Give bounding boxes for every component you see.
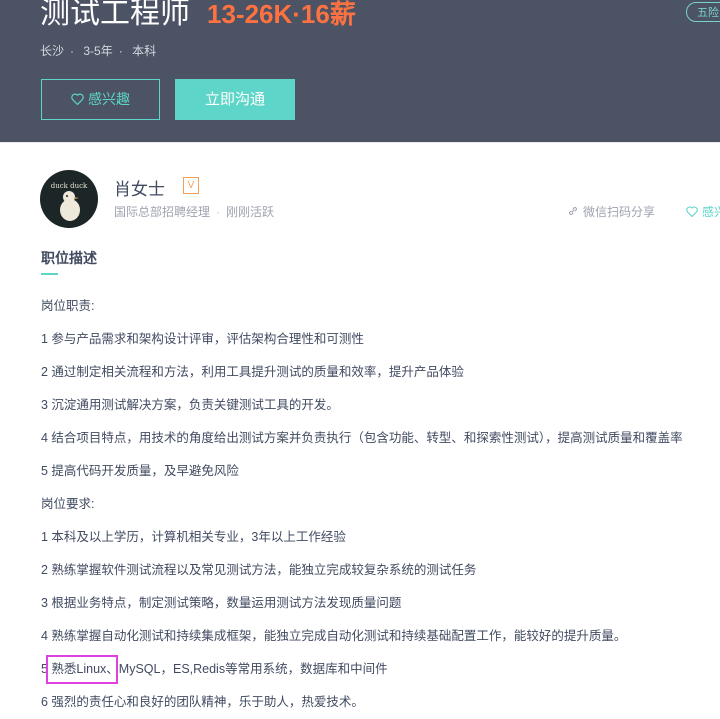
job-experience: 3-5年 [83,44,113,58]
description-line: 2 通过制定相关流程和方法，利用工具提升测试的质量和效率，提升产品体验 [41,365,464,379]
meta-separator: · [216,205,221,219]
recruiter-position: 国际总部招聘经理 [114,205,211,219]
divider [0,142,720,143]
meta-separator: · [70,44,75,58]
job-title: 测试工程师 [40,0,190,30]
job-education: 本科 [132,44,157,58]
description-line: 4 结合项目特点，用技术的角度给出测试方案并负责执行（包含功能、转型、和探索性测… [41,431,683,445]
description-line: 5 提高代码开发质量，及早避免风险 [41,464,239,478]
heart-icon [686,206,698,218]
job-meta: 长沙 · 3-5年 · 本科 [40,42,162,59]
link-icon [569,207,577,215]
highlight-annotation [46,655,118,684]
description-line: 2 熟练掌握软件测试流程以及常见测试方法，能独立完成较复杂系统的测试任务 [41,563,477,577]
recruiter-meta: 国际总部招聘经理 · 刚刚活跃 [114,203,274,220]
description-line: 4 熟练掌握自动化测试和持续集成框架，能独立完成自动化测试和持续基础配置工作，能… [41,629,627,643]
description-line: 1 参与产品需求和架构设计评审，评估架构合理性和可测性 [41,332,364,346]
share-link[interactable]: 微信扫码分享 [567,203,655,220]
duck-illustration-icon [60,191,80,221]
description-line: 6 强烈的责任心和良好的团队精神，乐于助人，热爱技术。 [41,695,364,709]
chat-button[interactable]: 立即沟通 [175,79,295,120]
recruiter-name: 肖女士 [114,180,165,199]
job-description: 岗位职责: 1 参与产品需求和架构设计评审，评估架构合理性和可测性 2 通过制定… [41,290,720,719]
share-label: 微信扫码分享 [583,205,656,219]
salary: 13-26K·16薪 [207,0,356,29]
interest-button[interactable]: 感兴趣 [41,79,160,120]
description-line: 5 熟悉Linux、MySQL，ES,Redis等常用系统，数据库和中间件 [41,662,388,676]
section-underline [41,273,58,275]
verified-badge: V [183,177,199,194]
recruiter-status: 刚刚活跃 [226,205,275,219]
benefit-tag: 五险 [686,2,720,22]
interest-button-label: 感兴趣 [88,91,130,107]
heart-icon [71,93,84,106]
description-line: 1 本科及以上学历，计算机相关专业，3年以上工作经验 [41,530,346,544]
meta-separator: · [118,44,123,58]
job-location: 长沙 [40,44,65,58]
description-line: 3 沉淀通用测试解决方案，负责关键测试工具的开发。 [41,398,339,412]
description-line: 岗位职责: [41,299,95,313]
interest-link[interactable]: 感兴 [686,203,720,220]
avatar: duck duck [40,170,98,228]
description-line: 岗位要求: [41,497,95,511]
description-line: 3 根据业务特点，制定测试策略，数量运用测试方法发现质量问题 [41,596,402,610]
section-title: 职位描述 [41,250,97,266]
job-header: 测试工程师 13-26K·16薪 五险 长沙 · 3-5年 · 本科 感兴趣 立即沟… [0,0,720,142]
interest-link-label: 感兴 [702,205,720,219]
